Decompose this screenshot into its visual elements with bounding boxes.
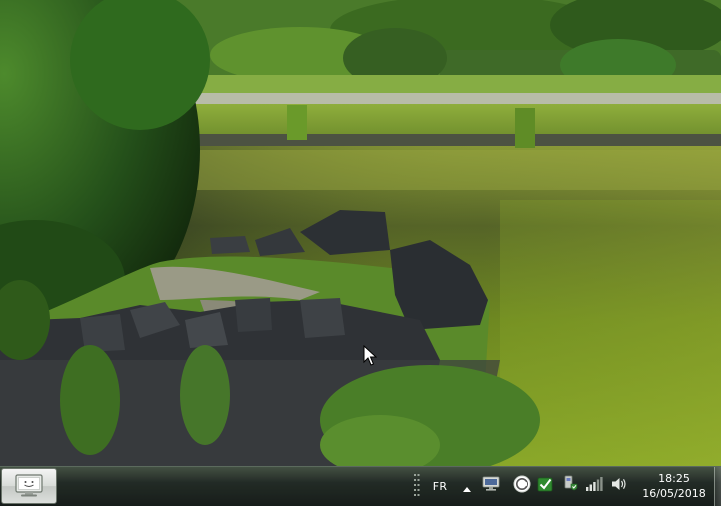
tray-volume[interactable] — [609, 467, 629, 505]
tray-monitor-app[interactable] — [481, 467, 501, 505]
start-button[interactable] — [1, 468, 57, 504]
taskbar: FR 18:25 16/05/2018 — [0, 466, 721, 506]
tray-device-app[interactable] — [560, 467, 580, 505]
tray-check-app[interactable] — [535, 467, 555, 505]
show-hidden-icons-button[interactable] — [460, 467, 474, 505]
speaker-icon — [610, 476, 628, 496]
clock-time: 18:25 — [658, 472, 690, 485]
system-clock[interactable]: 18:25 16/05/2018 — [636, 469, 712, 503]
show-desktop-button[interactable] — [714, 467, 721, 506]
wallpaper-landscape — [0, 0, 721, 466]
computer-monitor-icon — [14, 474, 44, 498]
monitor-icon — [482, 476, 500, 496]
clock-date: 16/05/2018 — [642, 487, 706, 500]
triangle-up-icon — [463, 477, 471, 496]
device-shield-icon — [561, 475, 579, 497]
desktop[interactable]: FR 18:25 16/05/2018 — [0, 0, 721, 506]
mouse-cursor — [363, 344, 378, 367]
clock-app-icon — [513, 475, 531, 497]
network-bars-icon — [585, 476, 603, 496]
green-check-icon — [536, 475, 554, 497]
tray-network[interactable] — [584, 467, 604, 505]
language-indicator[interactable]: FR — [428, 467, 452, 505]
tray-clock-app[interactable] — [511, 467, 533, 505]
tray-grip-handle[interactable] — [413, 467, 421, 505]
